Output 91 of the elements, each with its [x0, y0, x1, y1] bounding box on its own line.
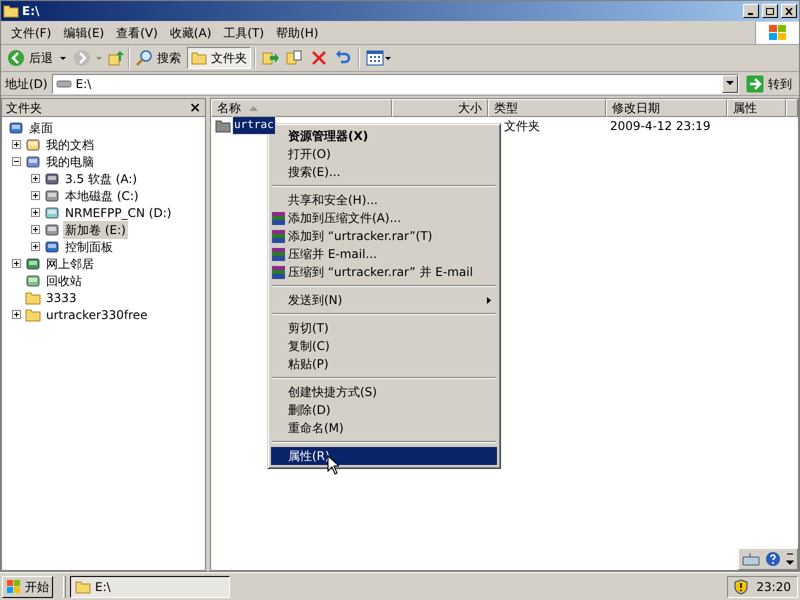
archive-books-icon — [271, 210, 286, 226]
tree-item[interactable]: 桌面 — [27, 118, 55, 136]
menu-item[interactable]: 剪切(T) — [271, 319, 497, 337]
window-title: E:\ — [22, 3, 40, 20]
archive-books-icon — [271, 264, 286, 280]
column-header[interactable]: 修改日期 — [606, 99, 727, 117]
dropdown-button[interactable] — [722, 74, 738, 92]
taskbar-button[interactable]: E:\ — [70, 576, 230, 598]
expand-button[interactable] — [12, 140, 21, 149]
caret-icon — [726, 81, 734, 86]
tree-item[interactable]: 本地磁盘 (C:) — [63, 186, 141, 204]
folder-up-icon[interactable] — [107, 49, 125, 67]
minimize-button[interactable] — [743, 4, 759, 18]
expand-button[interactable] — [31, 174, 40, 183]
menu-item[interactable]: 搜索(E)... — [271, 163, 497, 181]
expand-button[interactable] — [31, 225, 40, 234]
archive-books-icon — [271, 246, 286, 262]
folders-button[interactable]: 文件夹 — [187, 47, 251, 69]
address-field[interactable]: E:\ — [52, 74, 739, 94]
go-arrow-icon — [746, 74, 764, 92]
tree-item[interactable]: 网上邻居 — [44, 254, 96, 272]
tree-item[interactable]: urtracker330free — [44, 306, 150, 324]
menu-item[interactable]: 复制(C) — [271, 337, 497, 355]
options-arrow-icon[interactable] — [785, 551, 795, 567]
tree-item[interactable]: 3.5 软盘 (A:) — [63, 170, 140, 188]
windows-logo-icon — [6, 580, 22, 594]
menu-item[interactable]: 编辑(E) — [57, 22, 110, 44]
tree-item[interactable]: 我的文档 — [44, 136, 96, 154]
tree-item[interactable]: NRMEFPP_CN (D:) — [63, 204, 174, 222]
close-button[interactable] — [781, 4, 797, 18]
copy-to-folder-icon[interactable] — [286, 49, 304, 67]
collapse-button[interactable] — [12, 157, 21, 166]
sort-arrow-icon — [249, 106, 258, 110]
file-name[interactable]: urtrac — [233, 117, 275, 134]
pane-title: 文件夹 — [6, 100, 42, 116]
tree-item[interactable]: 控制面板 — [63, 238, 115, 256]
menu-item[interactable]: 共享和安全(H)... — [271, 191, 497, 209]
expand-button[interactable] — [31, 208, 40, 217]
submenu-arrow-icon — [487, 296, 491, 304]
table-cell-text: 2009-4-12 23:19 — [609, 118, 712, 134]
menu-item[interactable]: 添加到压缩文件(A)... — [271, 209, 497, 227]
table-cell: 文件夹 — [504, 118, 540, 132]
menu-item[interactable]: 查看(V) — [110, 22, 164, 44]
menu-item[interactable]: 帮助(H) — [270, 22, 324, 44]
tree-item[interactable]: 新加卷 (E:) — [63, 220, 128, 238]
column-header[interactable]: 类型 — [488, 99, 606, 117]
menu-item[interactable]: 打开(O) — [271, 145, 497, 163]
mouse-pointer-icon — [327, 455, 339, 475]
folder-icon — [75, 580, 91, 594]
tree-item[interactable]: 3333 — [44, 288, 79, 306]
menu-item[interactable]: 粘贴(P) — [271, 355, 497, 373]
expand-button[interactable] — [12, 310, 21, 319]
expand-button[interactable] — [31, 191, 40, 200]
column-header[interactable]: 名称 — [211, 99, 392, 117]
menu-item[interactable]: 添加到 “urtracker.rar”(T) — [271, 227, 497, 245]
expand-button[interactable] — [31, 242, 40, 251]
menu-item[interactable]: 工具(T) — [217, 22, 270, 44]
menu-item[interactable]: 发送到(N) — [271, 291, 497, 309]
shield-icon[interactable] — [734, 578, 748, 594]
menu-item[interactable]: 创建快捷方式(S) — [271, 383, 497, 401]
help-icon[interactable] — [763, 550, 783, 568]
folder-icon — [25, 290, 41, 304]
go-button[interactable]: 转到 — [743, 74, 795, 92]
menu-item[interactable]: 压缩到 “urtracker.rar” 并 E-mail — [271, 263, 497, 281]
column-header[interactable]: 属性 — [727, 99, 786, 117]
menu-item[interactable]: 收藏(A) — [164, 22, 218, 44]
tree-item[interactable]: 我的电脑 — [44, 152, 96, 170]
address-label: 地址(D) — [5, 76, 48, 92]
clock: 23:20 — [756, 578, 791, 596]
search-button[interactable]: 搜索 — [133, 49, 183, 67]
views-icon[interactable] — [366, 49, 392, 67]
menu-item[interactable]: 文件(F) — [5, 22, 58, 44]
maximize-icon — [766, 8, 774, 14]
tree-item[interactable]: 回收站 — [44, 272, 84, 290]
archive-books-icon — [271, 228, 286, 244]
expand-button[interactable] — [12, 259, 21, 268]
folder-icon — [191, 51, 207, 65]
start-button[interactable]: 开始 — [2, 576, 53, 598]
keyboard-icon[interactable] — [741, 551, 761, 567]
delete-icon[interactable] — [310, 49, 328, 67]
menu-item[interactable]: 删除(D) — [271, 401, 497, 419]
column-header[interactable]: 大小 — [392, 99, 488, 117]
maximize-button[interactable] — [762, 4, 778, 18]
folder-icon — [25, 308, 41, 322]
search-icon — [135, 49, 153, 67]
menu-item[interactable]: 压缩并 E-mail... — [271, 245, 497, 263]
back-button[interactable]: 后退 — [5, 49, 55, 67]
folder-icon — [3, 4, 19, 18]
menu-item[interactable]: 重命名(M) — [271, 419, 497, 437]
close-icon — [785, 8, 793, 14]
close-button[interactable]: × — [189, 100, 201, 114]
